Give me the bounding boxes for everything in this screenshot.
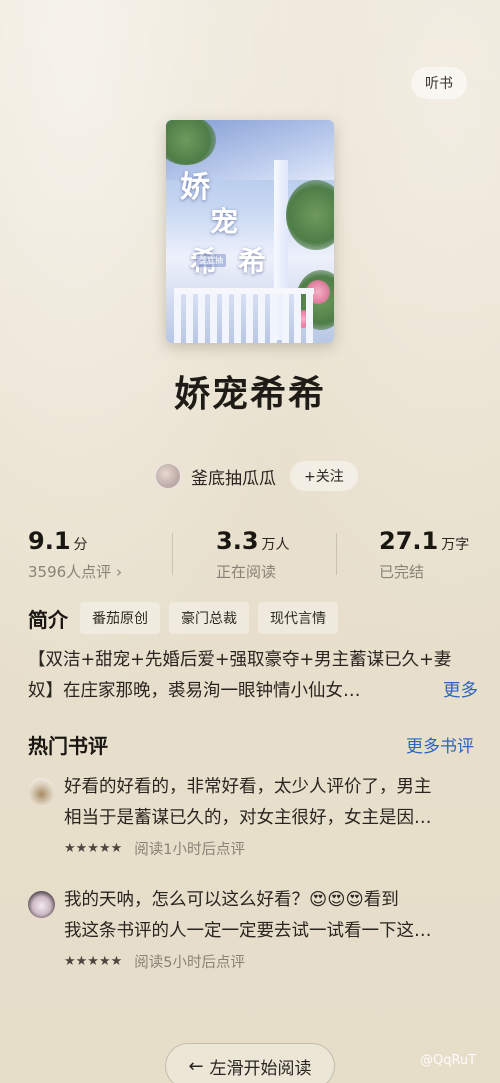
wordcount-value: 27.1 xyxy=(379,527,439,555)
readers-label: 正在阅读 xyxy=(216,563,277,581)
start-reading-button[interactable]: ← 左滑开始阅读 xyxy=(165,1043,335,1083)
watermark: @QqRuT xyxy=(420,1053,477,1068)
synopsis-line: 【双洁+甜宠+先婚后爱+强取豪夺+男主蓄谋已久+妻 xyxy=(28,650,452,670)
readers-unit: 万人 xyxy=(261,537,290,553)
rating-value: 9.1 xyxy=(28,527,71,555)
cover-art-balcony xyxy=(174,288,314,343)
cover-title-char: 娇 xyxy=(180,170,210,205)
follow-button[interactable]: +关注 xyxy=(290,461,358,491)
author-row: 釜底抽瓜瓜 +关注 xyxy=(155,461,358,491)
wordcount-unit: 万字 xyxy=(441,537,470,553)
star-rating: ★★★★★ xyxy=(64,841,123,856)
author-avatar[interactable] xyxy=(155,463,181,489)
stat-wordcount: 27.1 万字 已完结 xyxy=(379,527,469,582)
reviewer-avatar[interactable] xyxy=(28,891,55,918)
readers-value: 3.3 xyxy=(216,527,259,555)
intro-label: 简介 xyxy=(28,607,68,632)
listen-button[interactable]: 听书 xyxy=(411,67,467,99)
stat-divider xyxy=(336,533,337,575)
cover-title-char: 宠 xyxy=(210,205,239,238)
star-rating: ★★★★★ xyxy=(64,954,123,969)
review-text: 我这条书评的人一定一定要去试一试看一下这… xyxy=(64,921,432,941)
status-label: 已完结 xyxy=(379,563,425,581)
review-count-link[interactable]: 3596人点评 › xyxy=(28,561,122,582)
cover-title-char: 希 xyxy=(238,245,267,278)
review-text: 相当于是蓄谋已久的，对女主很好，女主是因… xyxy=(64,808,432,828)
review-meta: 阅读1小时后点评 xyxy=(134,842,246,858)
stat-divider xyxy=(172,533,173,575)
cover-art-foliage xyxy=(286,180,334,250)
tag-romance[interactable]: 现代言情 xyxy=(258,602,338,634)
review-meta: 阅读5小时后点评 xyxy=(134,955,246,971)
cover-author-tag: 釜底抽 xyxy=(196,254,226,267)
tag-ceo[interactable]: 豪门总裁 xyxy=(169,602,249,634)
rating-unit: 分 xyxy=(73,537,88,553)
reviews-header: 热门书评 更多书评 xyxy=(28,730,474,759)
review-text: 好看的好看的，非常好看，太少人评价了，男主 xyxy=(64,777,432,797)
book-stats: 9.1 分 3596人点评 › 3.3 万人 正在阅读 27.1 万字 已完结 xyxy=(0,527,500,583)
review-text: 我的天呐，怎么可以这么好看？😍😍😍看到 xyxy=(64,890,399,910)
reviewer-avatar[interactable] xyxy=(28,778,55,805)
author-name[interactable]: 釜底抽瓜瓜 xyxy=(191,464,276,489)
stat-readers: 3.3 万人 正在阅读 xyxy=(216,527,290,582)
intro-row: 简介 番茄原创 豪门总裁 现代言情 xyxy=(28,602,347,634)
synopsis[interactable]: 【双洁+甜宠+先婚后爱+强取豪夺+男主蓄谋已久+妻 奴】在庄家那晚，裘易洵一眼钟… xyxy=(28,645,478,707)
start-reading-label: 左滑开始阅读 xyxy=(209,1058,312,1079)
synopsis-more-link[interactable]: 更多 xyxy=(443,676,478,707)
book-title: 娇宠希希 xyxy=(173,374,326,415)
book-cover[interactable]: 娇 宠 希 希 釜底抽 xyxy=(166,120,334,343)
tag-original[interactable]: 番茄原创 xyxy=(80,602,160,634)
stat-rating[interactable]: 9.1 分 3596人点评 › xyxy=(28,527,122,582)
more-reviews-link[interactable]: 更多书评 xyxy=(406,732,474,757)
arrow-left-icon: ← xyxy=(188,1055,204,1077)
synopsis-line: 奴】在庄家那晚，裘易洵一眼钟情小仙女… xyxy=(28,681,361,701)
reviews-title: 热门书评 xyxy=(28,734,108,758)
